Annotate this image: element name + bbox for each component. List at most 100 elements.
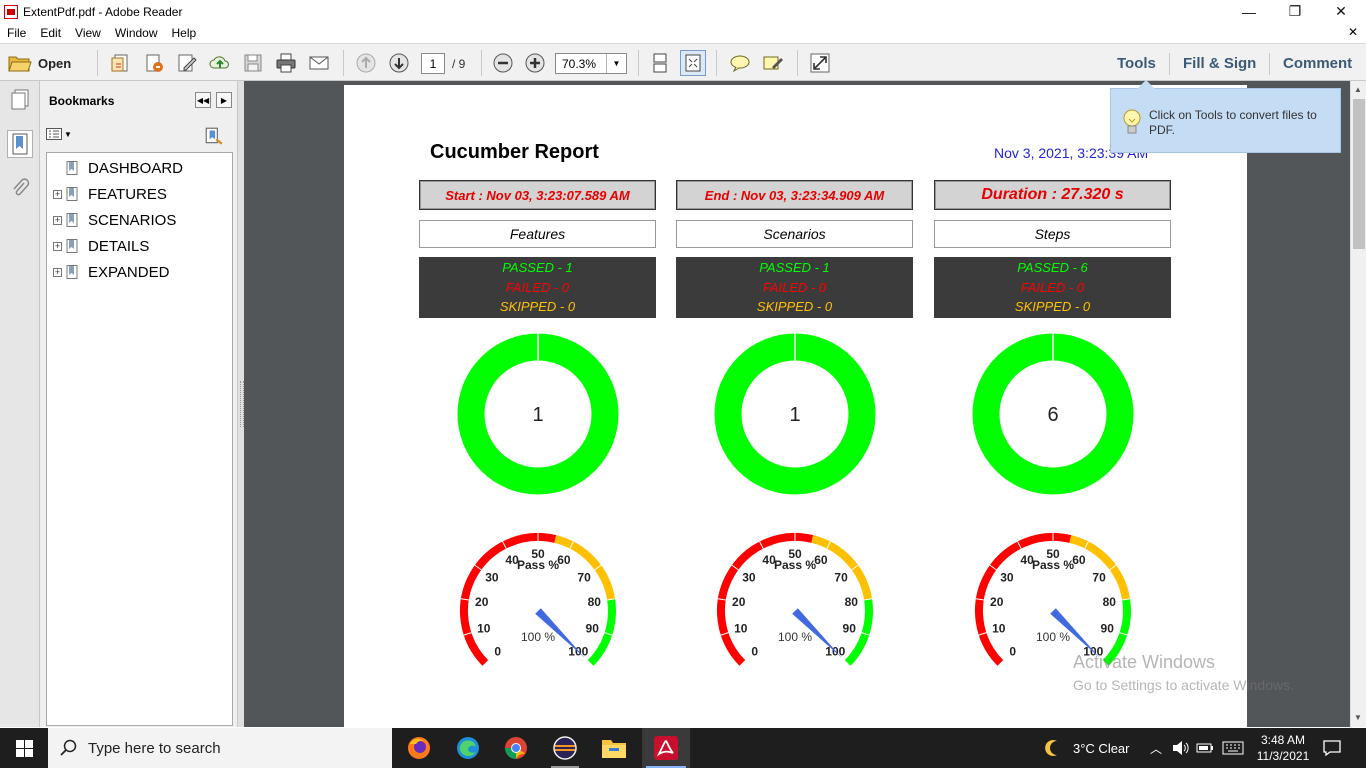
zoom-select[interactable]: 70.3% ▼: [555, 53, 627, 74]
battery-icon[interactable]: [1196, 728, 1214, 768]
menu-help[interactable]: Help: [165, 26, 204, 40]
save-button[interactable]: [240, 50, 266, 76]
taskbar-search-box[interactable]: Type here to search: [48, 728, 392, 768]
gauge-tick-label: 30: [485, 571, 499, 585]
clock-time: 3:48 AM: [1260, 733, 1306, 747]
fit-width-button[interactable]: [647, 50, 673, 76]
expand-toggle-icon[interactable]: +: [53, 241, 62, 251]
comment-link[interactable]: Comment: [1283, 55, 1352, 72]
zoom-out-button[interactable]: [490, 50, 516, 76]
zoom-in-button[interactable]: [522, 50, 548, 76]
menu-file[interactable]: File: [0, 26, 33, 40]
menu-window[interactable]: Window: [108, 26, 165, 40]
bookmarks-tree: DASHBOARD + FEATURES + SCENARIOS + DETAILS + EXP…: [46, 152, 233, 726]
bookmark-item[interactable]: + SCENARIOS: [53, 210, 176, 230]
fit-page-button[interactable]: [680, 50, 706, 76]
menu-bar: File Edit View Window Help ✕: [0, 23, 1366, 43]
failed-count: FAILED - 0: [505, 279, 570, 295]
highlight-button[interactable]: [760, 50, 786, 76]
menu-edit[interactable]: Edit: [33, 26, 68, 40]
weather-widget[interactable]: 3°C Clear: [1043, 728, 1130, 768]
tools-tip-popup[interactable]: Click on Tools to convert files to PDF.: [1110, 80, 1341, 153]
taskbar-firefox[interactable]: [395, 728, 443, 768]
attachments-button[interactable]: [7, 174, 33, 202]
document-area[interactable]: Cucumber Report Nov 3, 2021, 3:23:39 AM …: [244, 81, 1350, 727]
passed-count: PASSED - 1: [502, 260, 573, 276]
chevron-down-icon[interactable]: ▼: [606, 54, 626, 73]
toolbar-separator: [1169, 53, 1170, 75]
menu-view[interactable]: View: [68, 26, 108, 40]
activation-watermark-title: Activate Windows: [1073, 652, 1216, 672]
folder-open-icon: [8, 56, 32, 72]
edit-pdf-button[interactable]: [174, 50, 200, 76]
close-button[interactable]: ✕: [1318, 0, 1364, 23]
email-button[interactable]: [306, 50, 332, 76]
upload-button[interactable]: [207, 50, 233, 76]
gauge-tick-label: 90: [843, 622, 857, 636]
skipped-count: SKIPPED - 0: [756, 299, 833, 315]
bookmarks-tab-button[interactable]: [7, 130, 33, 158]
taskbar-adobe-reader[interactable]: [642, 728, 690, 768]
steps-pass-gauge: 0102030405060708090100Pass %100 %: [974, 533, 1131, 667]
tools-link[interactable]: Tools: [1117, 55, 1156, 72]
taskbar-file-explorer[interactable]: [590, 728, 638, 768]
close-document-button[interactable]: ✕: [1348, 25, 1358, 39]
steps-header: Steps: [934, 220, 1171, 248]
export-pdf-button[interactable]: [141, 50, 167, 76]
bookmark-label: DETAILS: [88, 237, 150, 255]
minimize-button[interactable]: —: [1226, 0, 1272, 23]
bookmark-item[interactable]: + FEATURES: [53, 184, 167, 204]
taskbar-clock[interactable]: 3:48 AM 11/3/2021: [1253, 732, 1313, 764]
passed-count: PASSED - 6: [1017, 260, 1088, 276]
volume-icon[interactable]: [1172, 728, 1190, 768]
gauge-readout: 100 %: [521, 630, 555, 644]
expand-toggle-icon[interactable]: +: [53, 189, 62, 199]
failed-count: FAILED - 0: [762, 279, 827, 295]
next-page-button[interactable]: [386, 50, 412, 76]
bookmark-options-button[interactable]: ▼: [46, 125, 76, 143]
expand-panel-button[interactable]: ▶: [216, 92, 232, 108]
sticky-note-button[interactable]: [727, 50, 753, 76]
gauge-tick-label: 20: [475, 595, 489, 609]
duration-box: Duration : 27.320 s: [934, 180, 1171, 210]
cloud-upload-icon: [209, 56, 229, 69]
full-screen-button[interactable]: [807, 50, 833, 76]
taskbar-eclipse[interactable]: [541, 728, 589, 768]
expand-toggle-icon[interactable]: +: [53, 267, 62, 277]
bookmark-icon: [66, 239, 78, 253]
gauge-title: Pass %: [774, 558, 816, 572]
create-pdf-button[interactable]: [108, 50, 134, 76]
clock-date: 11/3/2021: [1256, 749, 1310, 763]
find-bookmark-button[interactable]: [204, 126, 224, 146]
page-thumbnails-button[interactable]: [7, 86, 33, 114]
vertical-scrollbar[interactable]: ▲ ▼: [1350, 81, 1366, 727]
scrollbar-thumb[interactable]: [1353, 99, 1365, 249]
open-button[interactable]: Open: [8, 50, 71, 76]
gauge-tick-label: 30: [742, 571, 756, 585]
scroll-down-icon[interactable]: ▼: [1354, 713, 1362, 722]
maximize-button[interactable]: ❐: [1272, 0, 1318, 23]
collapse-panel-button[interactable]: ◀◀: [195, 92, 211, 108]
keyboard-icon[interactable]: [1222, 728, 1244, 768]
page-number-input[interactable]: 1: [421, 53, 445, 74]
expand-toggle-icon[interactable]: +: [53, 215, 62, 225]
fill-sign-link[interactable]: Fill & Sign: [1183, 55, 1256, 72]
print-button[interactable]: [273, 50, 299, 76]
previous-page-button[interactable]: [353, 50, 379, 76]
taskbar-chrome[interactable]: [492, 728, 540, 768]
gauge-tick-label: 10: [992, 622, 1006, 636]
comment-bubble-icon: [730, 55, 750, 73]
notification-center-icon[interactable]: [1323, 728, 1341, 768]
bookmark-item[interactable]: DASHBOARD: [53, 158, 183, 178]
tray-chevron-up-icon[interactable]: ︿: [1150, 728, 1162, 768]
scroll-up-icon[interactable]: ▲: [1354, 85, 1362, 94]
bookmark-item[interactable]: + DETAILS: [53, 236, 149, 256]
end-time-box: End : Nov 03, 3:23:34.909 AM: [676, 180, 913, 210]
pages-icon: [11, 89, 29, 110]
bookmark-item[interactable]: + EXPANDED: [53, 262, 169, 282]
gauge-tick-label: 90: [586, 622, 600, 636]
steps-donut-chart: 6: [972, 333, 1134, 495]
start-button[interactable]: [0, 728, 48, 768]
zoom-out-icon: [493, 53, 513, 73]
taskbar-edge[interactable]: [444, 728, 492, 768]
